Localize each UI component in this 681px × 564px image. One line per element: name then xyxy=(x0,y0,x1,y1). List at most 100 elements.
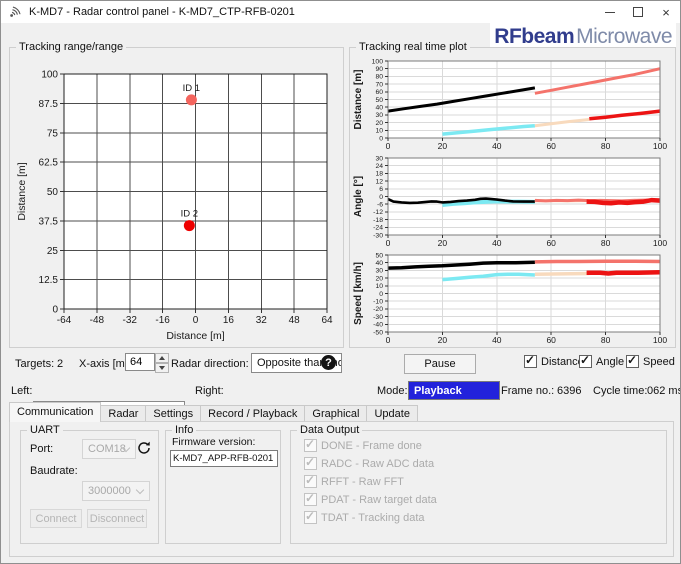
radc-label: RADC - Raw ADC data xyxy=(321,457,435,470)
svg-text:12: 12 xyxy=(375,178,383,185)
tracking-range-group: Tracking range/range -64 -48 -32 -16 0 16 32 48… xyxy=(9,41,344,348)
baudrate-select: 3000000 xyxy=(82,481,150,501)
speed-toggle-label: Speed xyxy=(643,355,675,368)
svg-text:-24: -24 xyxy=(373,225,383,232)
svg-text:-30: -30 xyxy=(373,314,383,321)
spin-down-icon xyxy=(159,366,165,370)
close-button[interactable]: × xyxy=(652,1,680,23)
maximize-icon xyxy=(633,7,643,17)
angle-checkbox[interactable] xyxy=(579,353,592,368)
tab-record-playback[interactable]: Record / Playback xyxy=(200,405,306,422)
svg-text:0: 0 xyxy=(386,141,391,151)
maximize-button[interactable] xyxy=(624,1,652,23)
svg-text:30: 30 xyxy=(375,112,383,119)
distance-checkbox[interactable] xyxy=(524,353,537,368)
svg-text:0: 0 xyxy=(52,305,58,316)
communication-panel: UART Port: COM18 Baudrate: 3000000 Conne… xyxy=(9,421,674,557)
svg-text:100: 100 xyxy=(372,58,384,65)
targets-value: 2 xyxy=(57,358,64,370)
tab-settings[interactable]: Settings xyxy=(145,405,202,422)
firmware-version-label: Firmware version: xyxy=(172,436,256,448)
tab-update[interactable]: Update xyxy=(366,405,418,422)
svg-text:-16: -16 xyxy=(155,315,170,326)
svg-text:20: 20 xyxy=(375,275,383,282)
svg-text:Distance [m]: Distance [m] xyxy=(16,162,28,220)
uart-group-title: UART xyxy=(27,424,63,437)
svg-text:100: 100 xyxy=(653,238,667,248)
svg-text:70: 70 xyxy=(375,81,383,88)
mode-field[interactable]: Playback xyxy=(408,381,500,400)
realtime-plot-group-title: Tracking real time plot xyxy=(356,41,470,54)
svg-text:-40: -40 xyxy=(373,322,383,329)
angle-time-plot: 0 20 40 60 80 100-30-24-18-12-60612182430Angl… xyxy=(353,155,667,248)
svg-text:48: 48 xyxy=(289,315,301,326)
svg-text:100: 100 xyxy=(653,335,667,345)
svg-text:20: 20 xyxy=(438,238,448,248)
window-title: K-MD7 - Radar control panel - K-MD7_CTP-… xyxy=(29,6,295,18)
help-icon: ? xyxy=(325,356,332,369)
done-output-row: DONE - Frame done xyxy=(304,437,422,452)
pause-button[interactable]: Pause xyxy=(404,354,476,374)
svg-text:60: 60 xyxy=(546,335,556,345)
svg-text:100: 100 xyxy=(41,70,58,81)
distance-toggle[interactable]: Distance xyxy=(524,353,584,368)
tab-bar: Communication Radar Settings Record / Pl… xyxy=(9,402,418,422)
svg-text:37.5: 37.5 xyxy=(39,216,59,227)
xaxis-input[interactable] xyxy=(125,353,155,371)
cycle-time-label: Cycle time: xyxy=(593,385,648,397)
svg-text:25: 25 xyxy=(47,246,59,257)
svg-text:64: 64 xyxy=(321,315,333,326)
xaxis-spin-up[interactable] xyxy=(155,353,169,363)
svg-text:0: 0 xyxy=(379,291,383,298)
rfft-checkbox xyxy=(304,473,317,488)
svg-text:-50: -50 xyxy=(373,329,383,336)
speed-toggle[interactable]: Speed xyxy=(626,353,675,368)
distance-toggle-label: Distance xyxy=(541,355,584,368)
svg-text:10: 10 xyxy=(375,283,383,290)
tab-graphical[interactable]: Graphical xyxy=(304,405,368,422)
svg-text:-10: -10 xyxy=(373,299,383,306)
info-group: Info Firmware version: K-MD7_APP-RFB-020… xyxy=(165,424,281,544)
refresh-ports-icon[interactable] xyxy=(136,440,152,456)
tdat-checkbox xyxy=(304,509,317,524)
svg-text:40: 40 xyxy=(375,105,383,112)
svg-text:-20: -20 xyxy=(373,306,383,313)
svg-text:-64: -64 xyxy=(57,315,72,326)
svg-text:40: 40 xyxy=(492,238,502,248)
disconnect-button: Disconnect xyxy=(87,509,147,528)
speed-time-plot: 0 20 40 60 80 100-50-40-30-20-1001020304050Sp… xyxy=(353,252,667,345)
svg-text:0: 0 xyxy=(386,238,391,248)
svg-text:80: 80 xyxy=(601,238,611,248)
svg-text:100: 100 xyxy=(653,141,667,151)
tab-radar[interactable]: Radar xyxy=(100,405,147,422)
rfft-output-row: RFFT - Raw FFT xyxy=(304,473,404,488)
tracking-range-group-title: Tracking range/range xyxy=(16,41,127,54)
svg-text:-30: -30 xyxy=(373,232,383,239)
baudrate-value: 3000000 xyxy=(88,485,131,497)
svg-text:80: 80 xyxy=(601,335,611,345)
done-label: DONE - Frame done xyxy=(321,439,422,452)
svg-text:60: 60 xyxy=(375,89,383,96)
tracking-range-plot: -64 -48 -32 -16 0 16 32 48 64 0 12.5 25 37.5 50 62.5 75… xyxy=(16,70,333,343)
pdat-checkbox xyxy=(304,491,317,506)
radc-output-row: RADC - Raw ADC data xyxy=(304,455,435,470)
port-label: Port: xyxy=(30,443,54,455)
angle-toggle[interactable]: Angle xyxy=(579,353,624,368)
xaxis-spin-down[interactable] xyxy=(155,363,169,373)
svg-text:62.5: 62.5 xyxy=(39,158,59,169)
help-button[interactable]: ? xyxy=(321,355,336,370)
minimize-icon xyxy=(605,11,615,13)
tab-communication[interactable]: Communication xyxy=(9,402,102,422)
xaxis-label: X-axis [m]: xyxy=(79,358,131,370)
svg-text:50: 50 xyxy=(47,187,59,198)
tdat-output-row: TDAT - Tracking data xyxy=(304,509,425,524)
spin-up-icon xyxy=(159,356,165,360)
svg-text:12.5: 12.5 xyxy=(39,275,59,286)
svg-text:-48: -48 xyxy=(90,315,105,326)
connect-button: Connect xyxy=(30,509,82,528)
speed-checkbox[interactable] xyxy=(626,353,639,368)
minimize-button[interactable] xyxy=(596,1,624,23)
done-checkbox xyxy=(304,437,317,452)
rfft-label: RFFT - Raw FFT xyxy=(321,475,404,488)
distance-time-plot: 0 20 40 60 80 1000102030405060708090100Distan… xyxy=(353,58,667,151)
